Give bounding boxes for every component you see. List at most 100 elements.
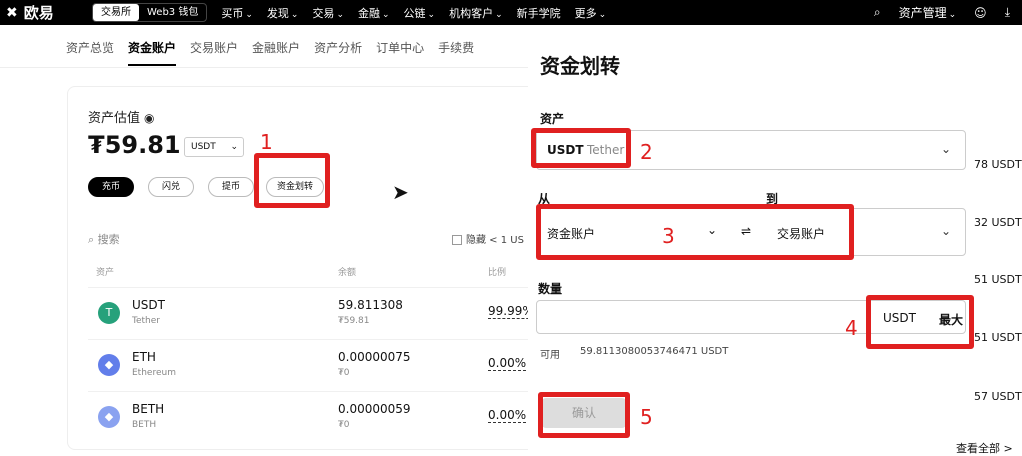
tab-exchange[interactable]: 交易所 (93, 4, 139, 21)
asset-balance: 0.00000059 (338, 402, 411, 416)
eye-icon[interactable]: ◉ (144, 111, 154, 125)
tab-trading-account[interactable]: 交易账户 (190, 39, 238, 56)
right-values-column: 78 USDT 32 USDT 51 USDT 51 USDT 57 USDT (974, 28, 1022, 450)
hide-label: 隐藏 < 1 US (466, 235, 524, 246)
right-value: 51 USDT (974, 273, 1022, 286)
nav-academy[interactable]: 新手学院 (517, 5, 561, 21)
tab-overview[interactable]: 资产总览 (66, 39, 114, 56)
annotation-number: 4 (845, 316, 858, 340)
chevron-down-icon: ⌄ (290, 9, 299, 20)
nav-label: 新手学院 (516, 6, 561, 20)
withdraw-button[interactable]: 提币 (208, 177, 254, 197)
col-ratio: 比例 (488, 268, 507, 278)
chevron-down-icon: ⌄ (940, 224, 951, 238)
asset-symbol: ETH (132, 350, 156, 364)
chevron-down-icon: ⌄ (336, 9, 344, 20)
sub-nav: 资产总览 资金账户 交易账户 金融账户 资产分析 订单中心 手续费 (0, 28, 530, 68)
view-all-link[interactable]: 查看全部 > (956, 440, 1013, 456)
modal-title: 资金划转 (540, 54, 620, 78)
highlight-box (536, 204, 854, 260)
hide-small-toggle[interactable]: 隐藏 < 1 US (452, 231, 524, 246)
highlight-box (254, 153, 330, 208)
highlight-box (531, 128, 631, 168)
col-asset: 资产 (96, 268, 115, 278)
tab-finance-account[interactable]: 金融账户 (252, 39, 300, 56)
nav-label: 买币 (221, 6, 244, 20)
chevron-down-icon: ⌄ (948, 10, 957, 20)
right-value: 51 USDT (974, 331, 1022, 344)
tab-web3-wallet[interactable]: Web3 钱包 (139, 4, 206, 21)
chevron-down-icon: ⌄ (245, 9, 253, 20)
search-icon[interactable]: ⌕ (874, 5, 881, 20)
asset-label: 资产 (540, 112, 565, 126)
nav-more[interactable]: 更多 ⌄ (575, 5, 607, 21)
asset-fiat: ₮0 (338, 420, 350, 430)
nav-label: 公链 (403, 6, 426, 20)
asset-balance: 59.811308 (338, 298, 403, 312)
total-amount: ₮59.81 (88, 131, 181, 159)
nav-buy[interactable]: 买币 ⌄ (221, 5, 253, 21)
nav-trade[interactable]: 交易 ⌄ (312, 5, 344, 21)
valuation-text: 资产估值 (88, 111, 141, 126)
tab-order-center[interactable]: 订单中心 (376, 39, 424, 56)
right-value: 32 USDT (974, 216, 1022, 229)
asset-symbol: USDT (132, 298, 165, 312)
nav-discover[interactable]: 发现 ⌄ (267, 5, 299, 21)
download-icon[interactable]: ⤓ (1005, 5, 1010, 20)
col-balance: 余额 (338, 268, 357, 278)
asset-fiat: ₮59.81 (338, 316, 370, 326)
table-row[interactable]: T USDT Tether 59.811308 ₮59.81 99.99% (88, 287, 538, 339)
checkbox[interactable] (452, 235, 462, 245)
nav-label: 发现 (266, 6, 289, 20)
chevron-down-icon: ⌄ (495, 9, 503, 20)
asset-name: BETH (132, 420, 157, 430)
valuation-label: 资产估值 ◉ (88, 107, 155, 126)
chevron-down-icon: ⌄ (940, 142, 951, 156)
tab-funding-account[interactable]: 资金账户 (128, 39, 177, 66)
quantity-label: 数量 (538, 282, 563, 296)
beth-icon: ◆ (98, 406, 120, 428)
top-right: ⌕ 资产管理 ⌄ ☺ ⤓ (856, 0, 1022, 25)
unit-select[interactable]: USDT ⌄ (184, 137, 244, 157)
logo[interactable]: ✖ 欧易 (6, 2, 84, 23)
asset-symbol: BETH (132, 402, 165, 416)
nav-label: 金融 (357, 6, 380, 20)
annotation-number: 3 (662, 224, 675, 248)
chevron-down-icon: ⌄ (598, 9, 607, 20)
annotation-number: 2 (640, 140, 653, 164)
nav-label: 机构客户 (449, 6, 494, 20)
nav-label: 交易 (312, 6, 335, 20)
chevron-down-icon: ⌄ (427, 9, 436, 20)
highlight-box (866, 295, 974, 349)
logo-text: 欧易 (23, 4, 54, 22)
asset-name: Tether (132, 316, 160, 326)
nav-finance[interactable]: 金融 ⌄ (358, 5, 390, 21)
annotation-number: 5 (640, 405, 653, 429)
asset-ratio: 0.00% (488, 408, 527, 423)
table-row[interactable]: ◆ ETH Ethereum 0.00000075 ₮0 0.00% (88, 339, 538, 391)
chevron-down-icon: ⌄ (230, 142, 238, 152)
tab-fees[interactable]: 手续费 (438, 39, 474, 56)
asset-search[interactable]: ⌕ 搜索 (88, 231, 120, 247)
tab-asset-analysis[interactable]: 资产分析 (314, 39, 362, 56)
asset-mgmt-label: 资产管理 (898, 6, 947, 20)
asset-ratio: 99.99% (488, 304, 534, 319)
asset-mgmt-menu[interactable]: 资产管理 ⌄ (899, 4, 957, 21)
available-value: 59.8113080053746471 USDT (580, 346, 729, 357)
chevron-down-icon: ⌄ (381, 9, 390, 20)
table-row[interactable]: ◆ BETH BETH 0.00000059 ₮0 0.00% (88, 391, 538, 443)
deposit-button[interactable]: 充币 (88, 177, 134, 197)
nav-label: 更多 (574, 6, 597, 20)
ethereum-icon: ◆ (98, 354, 120, 376)
nav-institution[interactable]: 机构客户 ⌄ (449, 5, 503, 21)
mode-switch: 交易所 Web3 钱包 (92, 3, 208, 22)
right-value: 78 USDT (974, 158, 1022, 171)
tether-icon: T (98, 302, 120, 324)
mouse-cursor-icon: ➤ (392, 180, 409, 204)
available-label: 可用 (540, 350, 560, 361)
nav-chain[interactable]: 公链 ⌄ (404, 5, 436, 21)
highlight-box (538, 392, 630, 438)
user-icon[interactable]: ☺ (974, 6, 987, 20)
asset-name: Ethereum (132, 368, 176, 378)
convert-button[interactable]: 闪兑 (148, 177, 194, 197)
